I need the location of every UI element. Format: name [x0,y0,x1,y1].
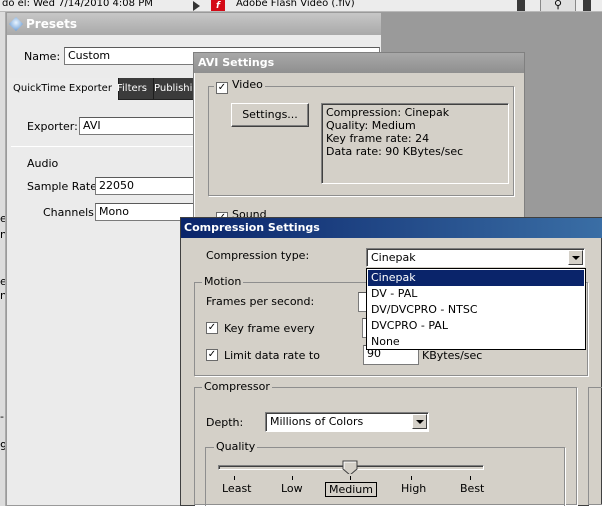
keyframe-label: Key frame every [224,322,315,335]
dropdown-option-none[interactable]: None [368,334,584,350]
quality-group [205,447,565,506]
side-group [588,387,602,505]
compression-title: Compression Settings [184,221,320,234]
info-line: Data rate: 90 KBytes/sec [326,145,464,158]
flash-file-icon: f [211,0,225,11]
audio-heading: Audio [27,157,59,170]
exporter-label: Exporter: [27,120,78,133]
scrollbar-segment [583,0,591,11]
slider-tick [350,476,351,480]
video-settings-button[interactable]: Settings... [231,103,309,127]
dropdown-option-cinepak[interactable]: Cinepak [368,270,584,286]
compression-type-label: Compression type: [206,249,310,262]
presets-title-bar[interactable]: Presets [7,13,381,35]
presets-app-icon [8,16,24,32]
chevron-down-icon[interactable] [568,250,583,265]
dropdown-option-dv-dvcpro-ntsc[interactable]: DV/DVCPRO - NTSC [368,302,584,318]
data-rate-unit: KBytes/sec [422,349,483,362]
edge-char: - [0,410,4,423]
channels-label: Channels: [43,206,98,219]
compression-title-bar[interactable]: Compression Settings [181,218,602,238]
scrollbar-segment [517,0,525,11]
avi-settings-window: AVI Settings ✓ Video Settings... Compress… [193,52,525,232]
chevron-down-icon[interactable] [412,414,427,429]
tab-quicktime-exporter[interactable]: QuickTime Exporter [7,78,119,100]
depth-label: Depth: [206,416,244,429]
slider-tick [292,476,293,480]
info-line: Key frame rate: 24 [326,132,430,145]
info-line: Compression: Cinepak [326,106,450,119]
play-icon[interactable] [193,1,200,11]
date-modified-text: do el: Wed 7/14/2010 4:08 PM [2,0,153,9]
video-checkbox[interactable]: ✓ [216,82,228,94]
depth-select[interactable]: Millions of Colors [265,412,429,432]
video-info-box: Compression: Cinepak Quality: Medium Key… [321,103,509,184]
slider-tick [234,476,235,480]
dropdown-option-dvcpro-pal[interactable]: DVCPRO - PAL [368,318,584,334]
zoom-icon[interactable]: ⚲ [540,0,576,11]
slider-tick [411,476,412,480]
keyframe-checkbox[interactable]: ✓ [206,322,218,334]
name-label: Name: [24,50,61,63]
compressor-group-title: Compressor [202,380,272,393]
presets-title: Presets [26,17,78,31]
quality-level-medium: Medium [325,482,377,497]
quality-group-title: Quality [214,440,258,453]
fps-label: Frames per second: [206,295,315,308]
slider-tick [470,476,471,480]
avi-title: AVI Settings [198,56,275,69]
sample-rate-label: Sample Rate: [27,180,101,193]
quality-level-high: High [401,482,427,495]
video-label: Video [232,78,263,91]
dropdown-option-dv-pal[interactable]: DV - PAL [368,286,584,302]
quality-level-best: Best [460,482,485,495]
compression-type-dropdown: Cinepak DV - PAL DV/DVCPRO - NTSC DVCPRO… [366,268,586,350]
compression-type-select[interactable]: Cinepak [366,248,585,267]
depth-value: Millions of Colors [270,415,364,428]
flash-video-item[interactable]: Adobe Flash Video (.flv) [236,0,355,9]
quality-level-least: Least [222,482,252,495]
compression-type-value: Cinepak [371,251,416,264]
motion-group-title: Motion [202,275,244,288]
video-group-title: ✓ Video [214,78,265,94]
avi-title-bar[interactable]: AVI Settings [194,53,524,73]
quality-slider-thumb[interactable] [342,460,358,474]
limit-data-rate-checkbox[interactable]: ✓ [206,349,218,361]
info-line: Quality: Medium [326,119,416,132]
background-window-strip: do el: Wed 7/14/2010 4:08 PM f Adobe Fla… [0,0,602,12]
limit-data-rate-label: Limit data rate to [224,349,320,362]
quality-level-low: Low [281,482,303,495]
